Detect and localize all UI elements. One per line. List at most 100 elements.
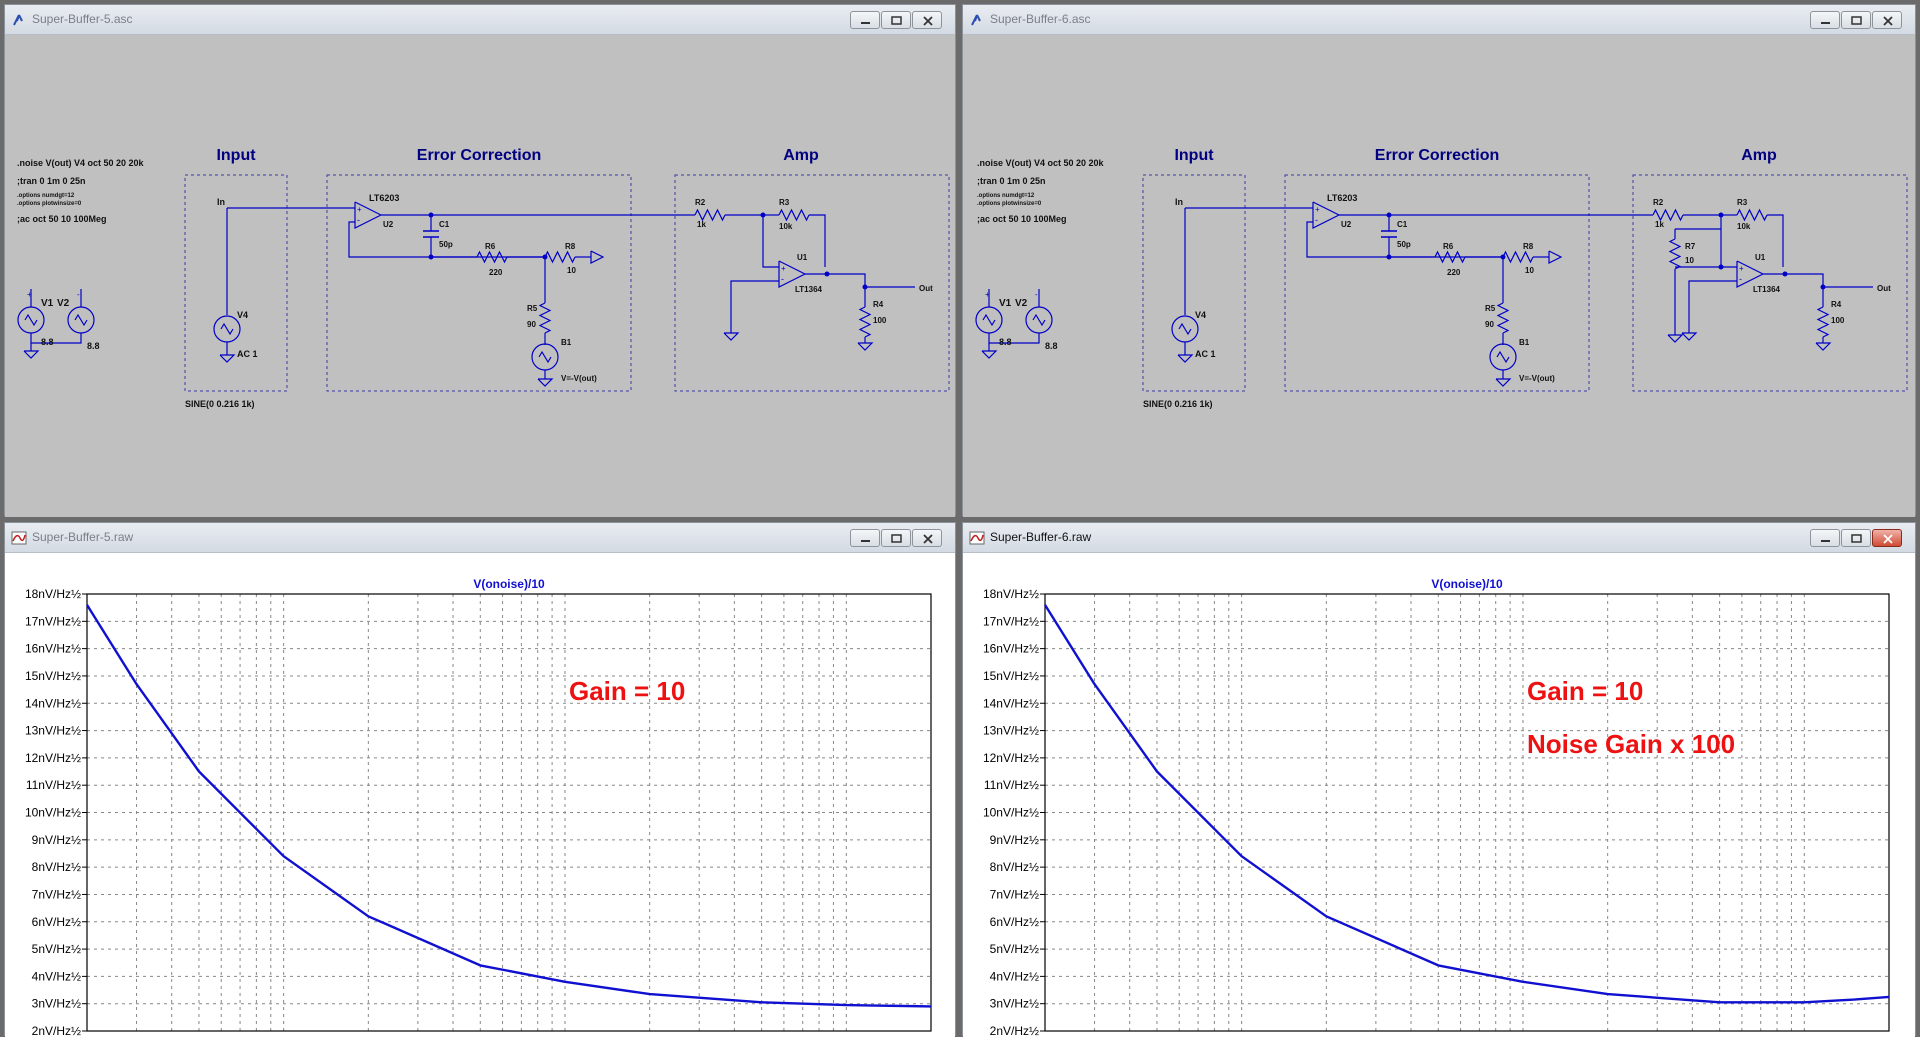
amp-box [674,174,950,392]
y-tick-label: 18nV/Hz½ [25,587,81,601]
r2-resistor [694,208,726,222]
minimize-button[interactable] [1810,529,1840,547]
error-correction-heading: Error Correction [417,147,541,164]
title-bar[interactable]: Super-Buffer-6.asc [963,5,1915,35]
y-tick-label: 9nV/Hz½ [32,833,81,847]
ground-symbol [1681,332,1698,341]
noise-plot: V(onoise)/10 18nV/Hz½ 17nV/Hz½ 16nV/Hz½ 15nV… [963,553,1915,1037]
plot-window-6[interactable]: Super-Buffer-6.raw V(onoise)/10 18nV/Hz½ 1… [962,522,1916,1037]
wire [30,333,82,344]
noise-plot: V(onoise)/10 18nV/Hz½ 17nV/Hz½ 16nV/Hz½ 15nV… [5,553,955,1037]
y-tick-label: 18nV/Hz½ [983,587,1039,601]
schematic-window-6[interactable]: Super-Buffer-6.asc .noise V(out) V4 oct … [962,4,1916,517]
ground-symbol [1667,334,1684,343]
wire [988,333,1040,344]
u1-label: U1 [797,253,808,262]
y-tick-label: 3nV/Hz½ [32,997,81,1011]
r7-value: 10 [1685,256,1694,265]
y-tick-label: 17nV/Hz½ [983,614,1039,628]
r4-value: 100 [873,316,887,325]
ground-symbol [537,378,554,387]
r6-label: R6 [485,242,496,251]
b1-value: V=-V(out) [561,374,597,383]
wire [827,273,866,287]
y-tick-label: 6nV/Hz½ [990,915,1039,929]
gain-annotation: Gain = 10 [1527,676,1643,706]
trace-label: V(onoise)/10 [1431,577,1503,591]
y-tick-label: 10nV/Hz½ [25,806,81,820]
ltspice-schematic-icon [971,14,981,26]
u1-opamp-minus: - [1739,274,1742,284]
u2-model: LT6203 [1327,193,1357,203]
v2-source-wave [1032,313,1046,327]
schematic-window-5[interactable]: Super-Buffer-5.asc .noise V(out) V4 oct … [4,4,956,517]
title-bar[interactable]: Super-Buffer-5.raw [5,523,955,553]
r7-label: R7 [1685,242,1696,251]
sine-spec: SINE(0 0.216 1k) [185,399,255,409]
y-tick-label: 11nV/Hz½ [984,778,1039,792]
y-tick-label: 12nV/Hz½ [25,751,81,765]
minimize-button[interactable] [850,11,880,29]
y-tick-label: 16nV/Hz½ [983,642,1039,656]
spice-directive: .options numdgt=12 [977,193,1035,199]
r2-label: R2 [695,198,706,207]
close-button[interactable] [912,11,942,29]
y-tick-label: 13nV/Hz½ [983,724,1039,738]
plot-canvas[interactable]: V(onoise)/10 18nV/Hz½ 17nV/Hz½ 16nV/Hz½ 15nV… [963,553,1915,1037]
u2-model: LT6203 [369,193,399,203]
window-title: Super-Buffer-6.asc [990,12,1091,26]
minimize-button[interactable] [850,529,880,547]
junction-dot [1718,264,1724,270]
r5-label: R5 [527,304,538,313]
amp-heading: Amp [1741,147,1777,164]
c1-value: 50p [1397,240,1411,249]
y-tick-label: 7nV/Hz½ [32,887,81,901]
y-tick-label: 15nV/Hz½ [983,669,1039,683]
close-button[interactable] [912,529,942,547]
r8-resistor [544,250,576,264]
r8-resistor [1502,250,1534,264]
u2-label: U2 [1341,220,1352,229]
spice-directive: .options plotwinsize=0 [977,201,1042,207]
wire [1688,280,1737,333]
r5-resistor [1496,302,1510,334]
y-tick-label: 2nV/Hz½ [32,1024,81,1037]
maximize-button[interactable] [881,11,911,29]
v1-source-wave [982,313,996,327]
trace-label: V(onoise)/10 [473,577,545,591]
noise-gain-annotation: Noise Gain x 100 [1527,729,1735,759]
r3-label: R3 [1737,198,1748,207]
c1-label: C1 [1397,220,1408,229]
close-button[interactable] [1872,529,1902,547]
c1-value: 50p [439,240,453,249]
title-bar[interactable]: Super-Buffer-6.raw [963,523,1915,553]
plot-window-5[interactable]: Super-Buffer-5.raw V(onoise)/10 18nV/Hz½ 1… [4,522,956,1037]
v1-source-wave [24,313,38,327]
amp-heading: Amp [783,147,819,164]
y-tick-label: 14nV/Hz½ [25,696,81,710]
maximize-button[interactable] [1841,11,1871,29]
v1-value: 8.8 [41,337,54,347]
y-tick-label: 5nV/Hz½ [990,942,1039,956]
r6-resistor [1434,250,1466,264]
ground-symbol [23,350,40,359]
wire [809,214,826,267]
minimize-button[interactable] [1810,11,1840,29]
wire [762,215,779,268]
close-button[interactable] [1872,11,1902,29]
r2-value: 1k [1655,220,1664,229]
schematic-canvas[interactable]: .noise V(out) V4 oct 50 20 20k ;tran 0 1m… [963,35,1915,517]
plot-canvas[interactable]: V(onoise)/10 18nV/Hz½ 17nV/Hz½ 16nV/Hz½ 15nV… [5,553,955,1037]
spice-directive: ;tran 0 1m 0 25n [977,176,1046,186]
r2-value: 1k [697,220,706,229]
ground-symbol [1177,354,1194,363]
maximize-button[interactable] [1841,529,1871,547]
noise-trace [1043,604,1890,1004]
schematic-canvas[interactable]: .noise V(out) V4 oct 50 20 20k ;tran 0 1m… [5,35,955,517]
spice-directive: ;ac oct 50 10 100Meg [17,214,107,224]
maximize-button[interactable] [881,529,911,547]
title-bar[interactable]: Super-Buffer-5.asc [5,5,955,35]
y-tick-label: 16nV/Hz½ [25,642,81,656]
window-title: Super-Buffer-6.raw [990,530,1092,544]
schematic-drawing: .noise V(out) V4 oct 50 20 20k ;tran 0 1m… [963,35,1915,517]
